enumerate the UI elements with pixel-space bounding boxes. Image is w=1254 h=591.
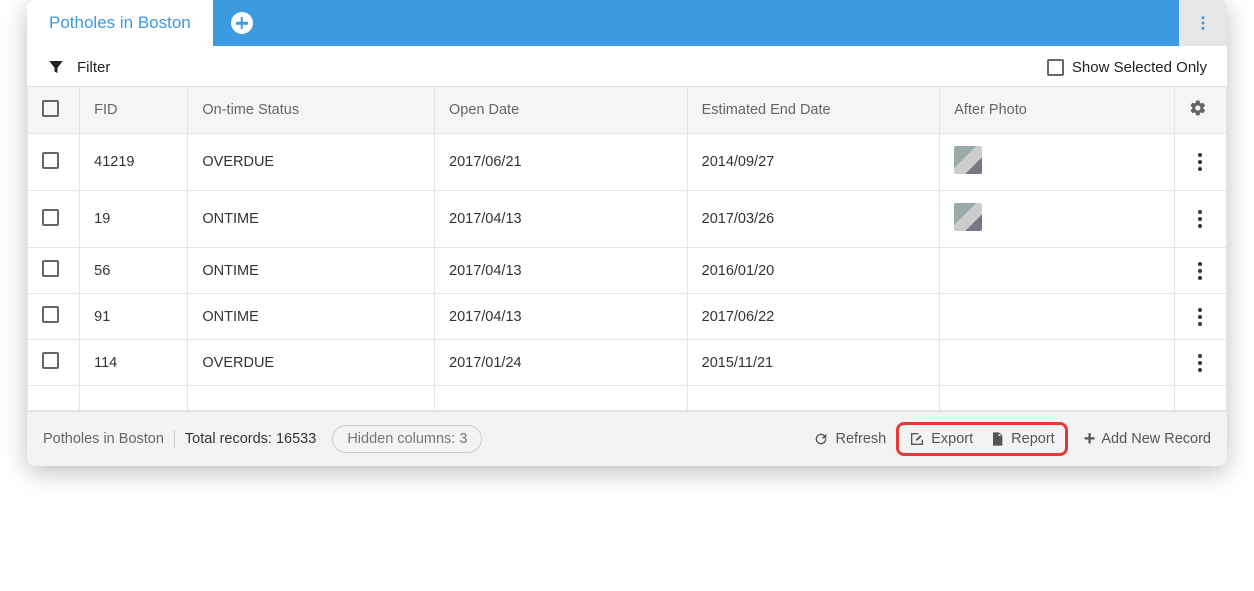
tab-active[interactable]: Potholes in Boston [27,0,213,46]
row-checkbox[interactable] [42,306,59,323]
row-actions-button[interactable] [1189,262,1212,280]
cell-photo [940,134,1175,191]
row-actions-button[interactable] [1189,308,1212,326]
data-table-widget: Potholes in Boston Filter Show Selected … [27,0,1227,466]
show-selected-checkbox[interactable] [1047,59,1064,76]
cell-est-end: 2017/06/22 [687,294,940,340]
export-icon [909,431,925,447]
cell-status: OVERDUE [188,134,435,191]
row-checkbox[interactable] [42,352,59,369]
cell-open-date: 2017/01/24 [435,340,688,386]
total-records: Total records: 16533 [185,431,316,447]
cell-photo [940,191,1175,248]
status-bar: Potholes in Boston Total records: 16533 … [27,411,1227,466]
cell-est-end: 2015/11/21 [687,340,940,386]
cell-open-date: 2017/04/13 [435,191,688,248]
row-checkbox[interactable] [42,209,59,226]
footer-title: Potholes in Boston [43,431,164,447]
col-photo[interactable]: After Photo [940,87,1175,134]
col-est[interactable]: Estimated End Date [687,87,940,134]
cell-est-end: 2014/09/27 [687,134,940,191]
refresh-icon [813,431,829,447]
table-row-partial [28,386,1227,411]
columns-settings-button[interactable] [1174,87,1226,134]
cell-est-end: 2016/01/20 [687,248,940,294]
col-fid[interactable]: FID [80,87,188,134]
add-tab-button[interactable] [231,12,253,34]
filter-icon [47,58,65,76]
cell-fid: 41219 [80,134,188,191]
export-button[interactable]: Export [909,431,973,447]
gear-icon [1189,99,1207,117]
table-row[interactable]: 41219OVERDUE2017/06/212014/09/27 [28,134,1227,191]
cell-fid: 19 [80,191,188,248]
export-report-highlight: Export Report [896,422,1067,456]
col-status[interactable]: On-time Status [188,87,435,134]
cell-status: ONTIME [188,191,435,248]
row-actions-button[interactable] [1189,354,1212,372]
cell-est-end: 2017/03/26 [687,191,940,248]
add-record-button[interactable]: + Add New Record [1084,431,1211,447]
refresh-button[interactable]: Refresh [813,431,886,447]
records-table: FID On-time Status Open Date Estimated E… [27,86,1227,411]
cell-status: ONTIME [188,248,435,294]
row-actions-button[interactable] [1189,153,1212,171]
cell-status: ONTIME [188,294,435,340]
row-checkbox[interactable] [42,152,59,169]
cell-open-date: 2017/04/13 [435,294,688,340]
table-row[interactable]: 56ONTIME2017/04/132016/01/20 [28,248,1227,294]
vertical-dots-icon [1194,14,1212,32]
cell-open-date: 2017/04/13 [435,248,688,294]
report-button[interactable]: Report [989,431,1055,447]
cell-photo [940,340,1175,386]
table-row[interactable]: 19ONTIME2017/04/132017/03/26 [28,191,1227,248]
filter-bar: Filter Show Selected Only [27,46,1227,86]
filter-label: Filter [77,59,110,76]
col-open[interactable]: Open Date [435,87,688,134]
row-actions-button[interactable] [1189,210,1212,228]
cell-fid: 114 [80,340,188,386]
photo-thumbnail[interactable] [954,203,982,231]
row-checkbox[interactable] [42,260,59,277]
report-icon [989,431,1005,447]
cell-fid: 91 [80,294,188,340]
tab-bar: Potholes in Boston [27,0,1227,46]
cell-fid: 56 [80,248,188,294]
tab-strip [213,0,1179,46]
filter-button[interactable]: Filter [47,58,110,76]
show-selected-toggle[interactable]: Show Selected Only [1047,59,1207,76]
cell-photo [940,294,1175,340]
table-row[interactable]: 114OVERDUE2017/01/242015/11/21 [28,340,1227,386]
cell-status: OVERDUE [188,340,435,386]
table-row[interactable]: 91ONTIME2017/04/132017/06/22 [28,294,1227,340]
cell-photo [940,248,1175,294]
cell-open-date: 2017/06/21 [435,134,688,191]
show-selected-label: Show Selected Only [1072,59,1207,76]
select-all-checkbox[interactable] [42,100,59,117]
header-menu-button[interactable] [1179,0,1227,46]
table-header-row: FID On-time Status Open Date Estimated E… [28,87,1227,134]
photo-thumbnail[interactable] [954,146,982,174]
hidden-columns-pill[interactable]: Hidden columns: 3 [332,425,482,453]
